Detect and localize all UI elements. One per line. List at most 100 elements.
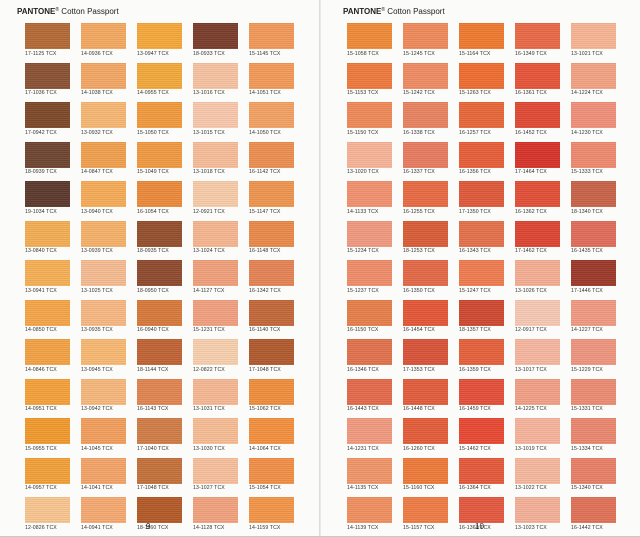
swatch-card: 17-1040 TCX — [137, 418, 193, 458]
swatch-code: 14-1231 TCX — [347, 445, 379, 452]
swatch-code: 13-0840 TCX — [25, 248, 57, 254]
swatch-card: 15-1160 TCX — [403, 457, 459, 498]
swatch-code: 15-1153 TCX — [347, 90, 379, 96]
swatch-code: 14-0955 TCX — [137, 90, 169, 96]
swatch-card: 18-0939 TCX — [25, 141, 81, 182]
swatch-row: 13-0840 TCX 13-0939 TCX 18-0935 TCX 13-1024… — [25, 220, 305, 261]
color-chip — [193, 141, 238, 168]
swatch-code: 18-1340 TCX — [571, 208, 603, 215]
swatch-row: 15-0955 TCX 14-1045 TCX 17-1040 TCX 13-1030… — [25, 418, 305, 458]
swatch-row: 15-1234 TCX 18-1253 TCX 16-1343 TCX 17-1462… — [347, 220, 627, 261]
color-chip — [347, 62, 392, 89]
color-chip — [459, 339, 504, 365]
color-chip — [571, 23, 616, 49]
swatch-card: 16-0940 TCX — [137, 299, 193, 340]
color-chip — [403, 497, 448, 523]
color-chip — [403, 102, 448, 128]
swatch-code: 17-1036 TCX — [25, 90, 57, 96]
swatch-card: 15-1237 TCX — [347, 260, 403, 300]
swatch-card: 12-0917 TCX — [515, 299, 571, 340]
swatch-card: 12-0826 TCX — [25, 497, 81, 537]
color-chip — [571, 102, 616, 128]
color-chip — [249, 497, 294, 523]
color-chip — [25, 378, 70, 405]
swatch-code: 14-0957 TCX — [25, 485, 57, 491]
color-chip — [249, 181, 294, 207]
swatch-card: 16-1342 TCX — [249, 260, 305, 300]
swatch-code: 13-1026 TCX — [515, 287, 547, 294]
swatch-card: 15-1058 TCX — [347, 23, 403, 63]
swatch-card: 17-1446 TCX — [571, 260, 627, 300]
swatch-code: 18-0933 TCX — [193, 50, 225, 57]
swatch-card: 19-1034 TCX — [25, 181, 81, 221]
swatch-card: 17-1048 TCX — [137, 457, 193, 498]
swatch-code: 14-1227 TCX — [571, 327, 603, 333]
swatch-card: 16-1148 TCX — [249, 220, 305, 261]
swatch-code: 14-1230 TCX — [571, 129, 603, 136]
swatch-code: 15-1054 TCX — [249, 485, 281, 491]
color-chip — [81, 299, 126, 326]
color-chip — [25, 260, 70, 286]
swatch-row: 12-0826 TCX 14-0941 TCX 18-1160 TCX 14-1128… — [25, 497, 305, 537]
swatch-code: 13-1022 TCX — [515, 485, 547, 491]
color-chip — [81, 141, 126, 168]
swatch-code: 16-1448 TCX — [403, 406, 435, 412]
color-chip — [571, 260, 616, 286]
color-chip — [25, 299, 70, 326]
swatch-code: 15-1049 TCX — [137, 169, 169, 175]
swatch-card: 13-0941 TCX — [25, 260, 81, 300]
swatch-card: 17-1036 TCX — [25, 62, 81, 103]
swatch-code: 15-1242 TCX — [403, 90, 435, 96]
swatch-card: 16-1346 TCX — [347, 339, 403, 379]
swatch-code: 16-1435 TCX — [571, 248, 603, 254]
swatch-code: 15-1237 TCX — [347, 287, 379, 294]
color-chip — [25, 418, 70, 444]
swatch-card: 14-0955 TCX — [137, 62, 193, 103]
color-chip — [459, 141, 504, 168]
swatch-card: 15-1049 TCX — [137, 141, 193, 182]
swatch-card: 16-1054 TCX — [137, 181, 193, 221]
page-header: PANTONE® Cotton Passport — [343, 7, 445, 16]
swatch-code: 16-1452 TCX — [515, 129, 547, 136]
swatch-code: 16-1342 TCX — [249, 287, 281, 294]
color-chip — [571, 141, 616, 168]
swatch-grid: 15-1058 TCX 15-1245 TCX 15-1164 TCX 16-1349… — [347, 23, 627, 537]
swatch-code: 15-1234 TCX — [347, 248, 379, 254]
swatch-code: 14-0936 TCX — [81, 50, 113, 57]
right-page: PANTONE® Cotton Passport 15-1058 TCX 15-1… — [321, 0, 640, 536]
color-chip — [347, 260, 392, 286]
swatch-code: 19-1034 TCX — [25, 208, 57, 215]
swatch-card: 15-1333 TCX — [571, 141, 627, 182]
swatch-code: 13-0940 TCX — [81, 208, 113, 215]
swatch-card: 13-1022 TCX — [515, 457, 571, 498]
swatch-card: 14-0846 TCX — [25, 339, 81, 379]
swatch-code: 16-1443 TCX — [347, 406, 379, 412]
swatch-card: 13-0939 TCX — [81, 220, 137, 261]
swatch-card: 13-1023 TCX — [515, 497, 571, 537]
swatch-card: 15-1245 TCX — [403, 23, 459, 63]
swatch-row: 15-1153 TCX 15-1242 TCX 15-1263 TCX 16-1361… — [347, 62, 627, 103]
color-chip — [403, 457, 448, 484]
swatch-code: 13-1017 TCX — [515, 366, 547, 373]
swatch-code: 13-1016 TCX — [193, 90, 225, 96]
swatch-code: 17-1040 TCX — [137, 445, 169, 452]
swatch-card: 16-1143 TCX — [137, 378, 193, 419]
swatch-code: 14-0846 TCX — [25, 366, 57, 373]
swatch-card: 14-1227 TCX — [571, 299, 627, 340]
swatch-card: 16-1362 TCX — [515, 181, 571, 221]
swatch-code: 16-1054 TCX — [137, 208, 169, 215]
color-chip — [459, 220, 504, 247]
swatch-code: 15-1331 TCX — [571, 406, 603, 412]
swatch-card: 17-1464 TCX — [515, 141, 571, 182]
color-chip — [459, 23, 504, 49]
color-chip — [81, 497, 126, 523]
swatch-card: 13-1018 TCX — [193, 141, 249, 182]
color-chip — [193, 339, 238, 365]
swatch-row: 19-1034 TCX 13-0940 TCX 16-1054 TCX 12-0921… — [25, 181, 305, 221]
swatch-code: 16-1140 TCX — [249, 327, 281, 333]
swatch-row: 14-1139 TCX 15-1157 TCX 16-1360 TCX 13-1023… — [347, 497, 627, 537]
swatch-code: 14-1045 TCX — [81, 445, 113, 452]
swatch-code: 14-1159 TCX — [249, 524, 281, 531]
color-chip — [515, 378, 560, 405]
color-chip — [193, 299, 238, 326]
